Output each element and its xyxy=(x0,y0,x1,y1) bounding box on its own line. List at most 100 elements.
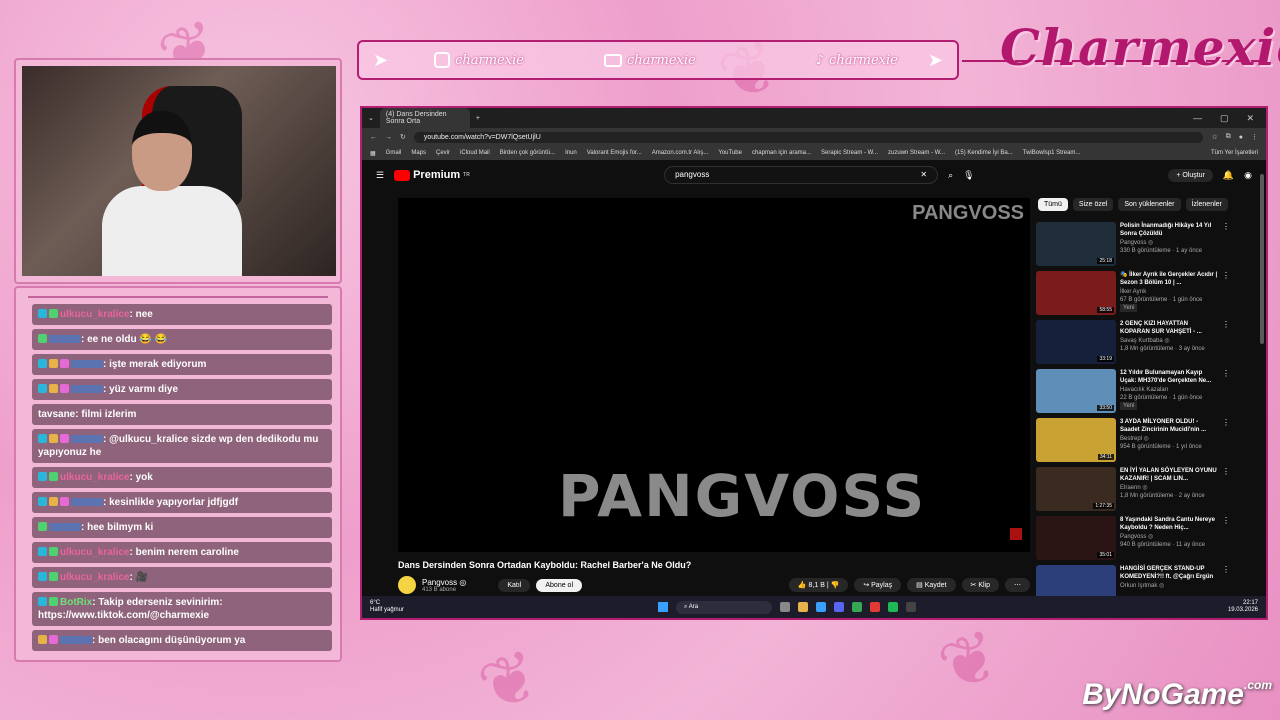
video-player[interactable]: PANGVOSS PANGVOSS xyxy=(398,198,1030,552)
subscribe-button[interactable]: Abone ol xyxy=(536,578,582,592)
clip-button[interactable]: ✂ Klip xyxy=(961,578,999,592)
chat-username[interactable]: tavsane xyxy=(38,409,75,420)
youtube-logo[interactable]: Premium TR xyxy=(394,169,654,181)
profile-icon[interactable]: ● xyxy=(1239,134,1243,141)
bookmark-item[interactable]: Valorant Emojis for... xyxy=(587,150,642,156)
dislike-icon[interactable]: 👎 xyxy=(831,582,840,589)
spotify-icon[interactable] xyxy=(888,602,898,612)
bookmark-item[interactable]: Gmail xyxy=(386,150,402,156)
recommendation-item[interactable]: 33:50 12 Yıldır Bulunamayan Kayıp Uçak: M… xyxy=(1036,369,1232,418)
discord-icon[interactable] xyxy=(834,602,844,612)
save-button[interactable]: ▤ Kaydet xyxy=(907,578,956,592)
start-button-icon[interactable] xyxy=(658,602,668,612)
chat-username[interactable] xyxy=(71,498,103,506)
bookmark-item[interactable]: Birden çok görüntü... xyxy=(500,150,555,156)
reload-icon[interactable]: ↻ xyxy=(400,133,406,141)
back-icon[interactable]: ← xyxy=(370,134,377,141)
bookmark-item[interactable]: TwiBowlsp1 Stream... xyxy=(1023,150,1081,156)
chat-username[interactable] xyxy=(71,360,103,368)
chat-username[interactable]: ulkucu_kralice xyxy=(60,472,129,483)
more-options-icon[interactable]: ⋮ xyxy=(1222,222,1230,271)
chat-username[interactable]: ulkucu_kralice xyxy=(60,547,129,558)
channel-watermark-icon[interactable] xyxy=(1010,528,1022,540)
new-tab-icon[interactable]: + xyxy=(476,115,480,122)
video-thumbnail[interactable]: 25:18 xyxy=(1036,222,1116,266)
bookmark-star-icon[interactable]: ☆ xyxy=(1211,133,1217,141)
bookmark-item[interactable]: iCloud Mail xyxy=(460,150,490,156)
tab-menu-icon[interactable]: ⌄ xyxy=(368,114,374,122)
video-thumbnail[interactable]: 34:11 xyxy=(1036,418,1116,462)
recommendation-item[interactable]: 34:11 3 AYDA MİLYONER OLDU! - Saadet Zinc… xyxy=(1036,418,1232,467)
app-icon[interactable] xyxy=(816,602,826,612)
file-explorer-icon[interactable] xyxy=(798,602,808,612)
chat-username[interactable]: ulkucu_kralice xyxy=(60,572,129,583)
chat-username[interactable] xyxy=(71,385,103,393)
more-actions-icon[interactable]: ⋯ xyxy=(1005,578,1030,592)
youtube-search-input[interactable]: pangvoss ✕ xyxy=(664,166,939,184)
bookmark-item[interactable]: Çevir xyxy=(436,150,450,156)
apps-icon[interactable]: ▦ xyxy=(370,150,376,157)
chat-username[interactable]: BotRix xyxy=(60,597,92,608)
chat-username[interactable] xyxy=(49,523,81,531)
channel-avatar[interactable] xyxy=(398,576,416,594)
task-view-icon[interactable] xyxy=(780,602,790,612)
join-button[interactable]: Katıl xyxy=(498,578,531,592)
chat-username[interactable]: ulkucu_kralice xyxy=(60,309,129,320)
like-button[interactable]: 👍 8,1 B | 👎 xyxy=(788,578,849,592)
bookmark-item[interactable]: Inun xyxy=(565,150,577,156)
chat-username[interactable] xyxy=(49,335,81,343)
browser-tab[interactable]: (4) Dans Dersinden Sonra Orta xyxy=(379,108,470,128)
recommendation-item[interactable]: 25:18 Polisin İnanmadığı Hikâye 14 Yıl So… xyxy=(1036,222,1232,271)
chat-username[interactable] xyxy=(71,435,103,443)
search-icon[interactable]: ⌕ xyxy=(948,170,953,181)
more-options-icon[interactable]: ⋮ xyxy=(1222,516,1230,565)
obs-icon[interactable] xyxy=(906,602,916,612)
video-thumbnail[interactable]: 35:01 xyxy=(1036,516,1116,560)
recommendation-item[interactable]: 35:01 8 Yaşındaki Sandra Cantu Nereye Kay… xyxy=(1036,516,1232,565)
more-options-icon[interactable]: ⋮ xyxy=(1222,369,1230,418)
video-thumbnail[interactable]: 33:19 xyxy=(1036,320,1116,364)
bookmark-item[interactable]: chapman için arama... xyxy=(752,150,811,156)
bookmark-item[interactable]: Maps xyxy=(411,150,426,156)
clear-search-icon[interactable]: ✕ xyxy=(920,170,927,180)
account-avatar[interactable]: ◉ xyxy=(1244,170,1252,181)
hamburger-menu-icon[interactable]: ☰ xyxy=(376,170,384,181)
minimize-icon[interactable]: — xyxy=(1193,113,1202,124)
notifications-bell-icon[interactable]: 🔔 xyxy=(1223,170,1234,181)
bookmark-item[interactable]: YouTube xyxy=(718,150,742,156)
video-thumbnail[interactable]: 58:55 xyxy=(1036,271,1116,315)
more-options-icon[interactable]: ⋮ xyxy=(1222,271,1230,320)
recommendation-item[interactable]: 58:55 🎭 İlker Ayrık ile Gerçekler Acıdır … xyxy=(1036,271,1232,320)
url-input[interactable]: youtube.com/watch?v=DW7lQsetUjlU xyxy=(413,131,1204,143)
bookmark-item[interactable]: Amazon.com.tr Alış... xyxy=(652,150,709,156)
chip-watched[interactable]: İzlenenler xyxy=(1185,198,1228,211)
video-thumbnail[interactable]: 33:50 xyxy=(1036,369,1116,413)
forward-icon[interactable]: → xyxy=(385,134,392,141)
all-bookmarks[interactable]: Tüm Yer İşaretleri xyxy=(1211,150,1258,156)
maximize-icon[interactable]: ▢ xyxy=(1220,113,1229,124)
bookmark-item[interactable]: zuzuwn Stream - W... xyxy=(888,150,945,156)
more-options-icon[interactable]: ⋮ xyxy=(1222,320,1230,369)
taskbar-search[interactable]: ⌕ Ara xyxy=(676,600,772,614)
app-icon[interactable] xyxy=(870,602,880,612)
weather-widget[interactable]: 6°C Hafif yağmur xyxy=(370,600,650,614)
microphone-icon[interactable]: 🎙 xyxy=(963,170,974,181)
chrome-icon[interactable] xyxy=(852,602,862,612)
share-button[interactable]: ↪ Paylaş xyxy=(854,578,902,592)
menu-icon[interactable]: ⋮ xyxy=(1251,133,1258,141)
bookmark-item[interactable]: (15) Kendime İyi Ba... xyxy=(955,150,1013,156)
chip-recent[interactable]: Son yüklenenler xyxy=(1118,198,1181,211)
video-thumbnail[interactable]: 1:27:35 xyxy=(1036,467,1116,511)
chip-all[interactable]: Tümü xyxy=(1038,198,1068,211)
extensions-icon[interactable]: ⧉ xyxy=(1226,133,1231,141)
system-clock[interactable]: 22:17 19.03.2026 xyxy=(1228,600,1258,614)
close-icon[interactable]: ✕ xyxy=(1246,113,1254,124)
more-options-icon[interactable]: ⋮ xyxy=(1222,467,1230,516)
chat-username[interactable] xyxy=(60,636,92,644)
recommendation-item[interactable]: 1:27:35 EN İYİ YALAN SÖYLEYEN OYUNU KAZAN… xyxy=(1036,467,1232,516)
create-button[interactable]: + Oluştur xyxy=(1168,168,1213,182)
more-options-icon[interactable]: ⋮ xyxy=(1222,418,1230,467)
bookmark-item[interactable]: Serapic Stream - W... xyxy=(821,150,878,156)
channel-name[interactable]: Pangvoss ◎ xyxy=(422,578,466,587)
page-scrollbar[interactable] xyxy=(1260,174,1264,344)
